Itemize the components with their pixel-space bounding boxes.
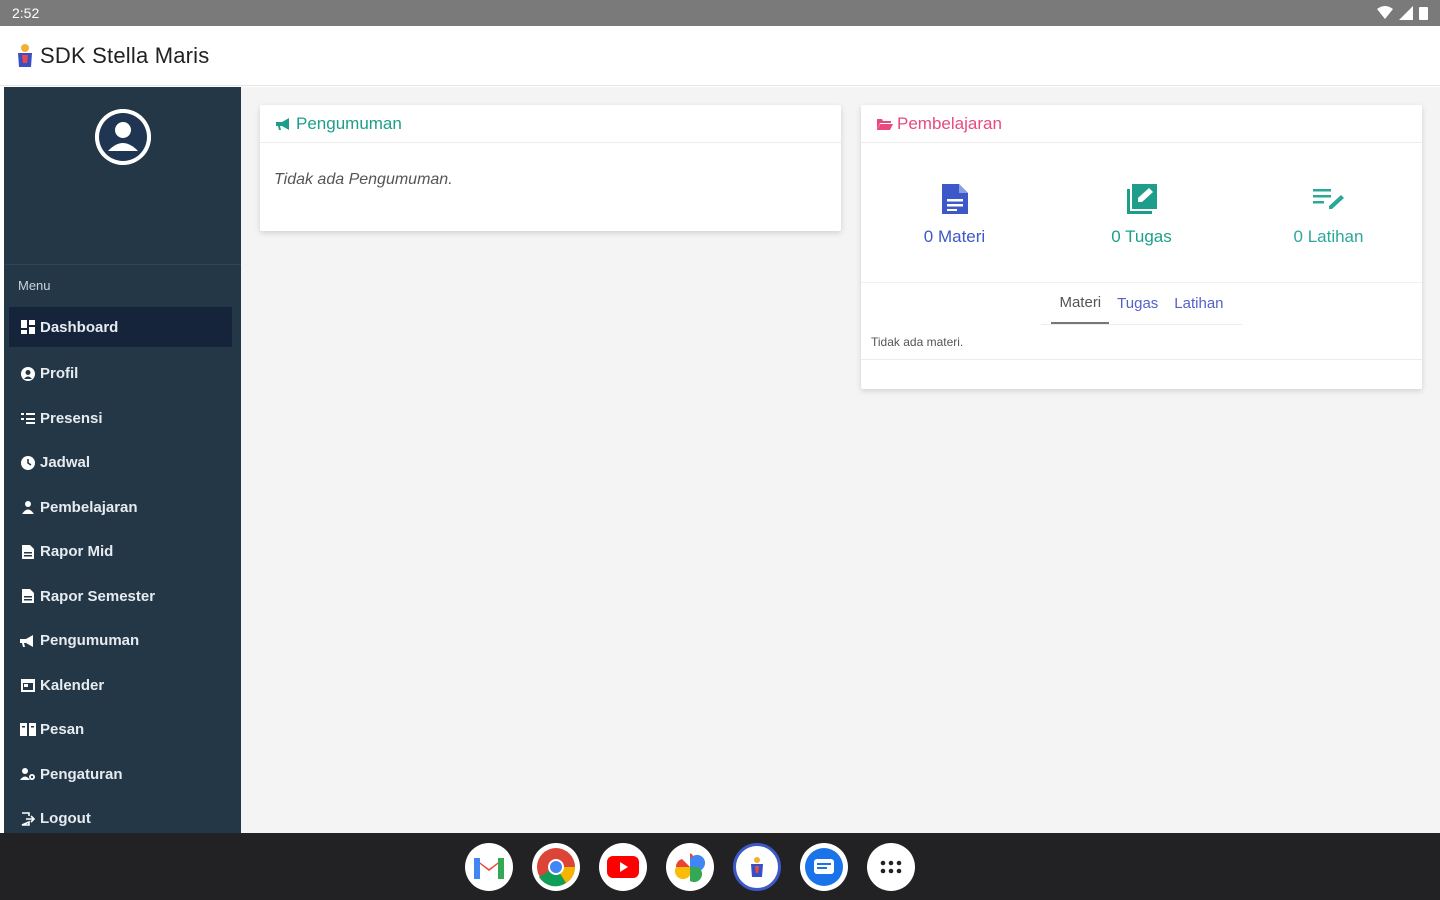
learning-empty-text: Tidak ada materi. — [861, 325, 1422, 360]
sidebar-item-label: Logout — [40, 810, 91, 828]
announcement-empty-text: Tidak ada Pengumuman. — [274, 171, 453, 188]
sidebar-item-pengumuman[interactable]: Pengumuman — [4, 619, 241, 664]
sidebar-item-kalender[interactable]: Kalender — [4, 663, 241, 708]
megaphone-icon — [276, 117, 292, 130]
school-app-icon[interactable] — [733, 842, 781, 891]
megaphone-icon — [20, 633, 36, 649]
stat-latihan-label: 0 Latihan — [1293, 227, 1364, 246]
tab-tugas[interactable]: Tugas — [1109, 283, 1166, 324]
file-icon — [20, 588, 36, 604]
status-bar: 2:52 — [0, 0, 1440, 26]
avatar[interactable] — [94, 109, 151, 165]
sidebar-item-label: Jadwal — [40, 454, 91, 472]
stat-tugas[interactable]: 0 Tugas — [1052, 183, 1232, 282]
app-title: SDK Stella Maris — [40, 42, 210, 68]
battery-icon — [1419, 7, 1428, 20]
logout-icon — [20, 811, 36, 827]
sidebar-item-rapor-mid[interactable]: Rapor Mid — [4, 530, 241, 575]
menu-heading: Menu — [18, 278, 51, 293]
chrome-icon[interactable] — [532, 842, 580, 891]
profile-section — [4, 87, 241, 265]
learning-card-title: Pembelajaran — [897, 113, 1002, 133]
edit-square-icon — [1126, 183, 1157, 215]
learning-card: Pembelajaran 0 Materi 0 Tugas 0 Latihan — [861, 105, 1422, 389]
stat-latihan[interactable]: 0 Latihan — [1239, 183, 1419, 282]
tab-materi[interactable]: Materi — [1051, 283, 1110, 324]
checklist-icon — [20, 410, 36, 426]
teacher-icon — [20, 499, 36, 515]
taskbar — [0, 833, 1440, 900]
sidebar-item-label: Rapor Mid — [40, 543, 114, 561]
edit-list-icon — [1312, 183, 1345, 215]
tab-latihan[interactable]: Latihan — [1166, 283, 1231, 324]
wifi-icon — [1377, 6, 1393, 19]
status-time: 2:52 — [12, 5, 40, 21]
sidebar-item-label: Presensi — [40, 409, 103, 427]
messages-icon[interactable] — [800, 842, 848, 891]
clock-icon — [20, 455, 36, 471]
learning-tabs: Materi Tugas Latihan — [1041, 283, 1242, 325]
stat-materi-label: 0 Materi — [923, 227, 986, 246]
calendar-icon — [20, 677, 36, 693]
sidebar-item-label: Pesan — [40, 721, 85, 739]
app-bar: SDK Stella Maris — [0, 26, 1440, 86]
sidebar-item-label: Profil — [40, 365, 79, 383]
announcement-card: Pengumuman Tidak ada Pengumuman. — [260, 105, 841, 231]
sidebar-item-rapor-semester[interactable]: Rapor Semester — [4, 574, 241, 619]
sidebar-item-dashboard[interactable]: Dashboard — [9, 307, 232, 347]
system-icons — [1377, 6, 1428, 20]
dashboard-icon — [20, 319, 36, 335]
sidebar-item-label: Pengumuman — [40, 632, 140, 650]
sidebar-item-presensi[interactable]: Presensi — [4, 396, 241, 441]
sidebar-item-pengaturan[interactable]: Pengaturan — [4, 752, 241, 797]
announcement-card-title: Pengumuman — [296, 113, 402, 133]
app-drawer-icon[interactable] — [867, 842, 915, 891]
message-icon — [20, 722, 36, 738]
sidebar-item-label: Pembelajaran — [40, 498, 138, 516]
youtube-icon[interactable] — [599, 842, 647, 891]
user-icon — [94, 109, 151, 165]
document-icon — [941, 183, 968, 215]
main-content: Pengumuman Tidak ada Pengumuman. Pembela… — [241, 87, 1440, 833]
sidebar-item-label: Pengaturan — [40, 765, 123, 783]
learning-stats: 0 Materi 0 Tugas 0 Latihan — [861, 143, 1422, 283]
announcement-card-header: Pengumuman — [260, 105, 841, 143]
folder-open-icon — [877, 118, 893, 130]
learning-card-header: Pembelajaran — [861, 105, 1422, 143]
sidebar-item-label: Rapor Semester — [40, 587, 156, 605]
photos-icon[interactable] — [666, 842, 714, 891]
stat-materi[interactable]: 0 Materi — [865, 183, 1045, 282]
user-circle-icon — [20, 366, 36, 382]
sidebar-item-label: Dashboard — [40, 318, 119, 336]
sidebar: Menu Dashboard Profil Presensi Jadwal Pe… — [4, 87, 241, 833]
school-logo-icon — [18, 43, 32, 67]
file-icon — [20, 544, 36, 560]
sidebar-item-label: Kalender — [40, 676, 105, 694]
sidebar-item-pembelajaran[interactable]: Pembelajaran — [4, 485, 241, 530]
gmail-icon[interactable] — [465, 842, 513, 891]
sidebar-item-jadwal[interactable]: Jadwal — [4, 441, 241, 486]
stat-tugas-label: 0 Tugas — [1111, 227, 1172, 246]
sidebar-item-profil[interactable]: Profil — [4, 352, 241, 397]
signal-icon — [1399, 6, 1413, 20]
settings-users-icon — [20, 766, 36, 782]
sidebar-item-pesan[interactable]: Pesan — [4, 708, 241, 753]
